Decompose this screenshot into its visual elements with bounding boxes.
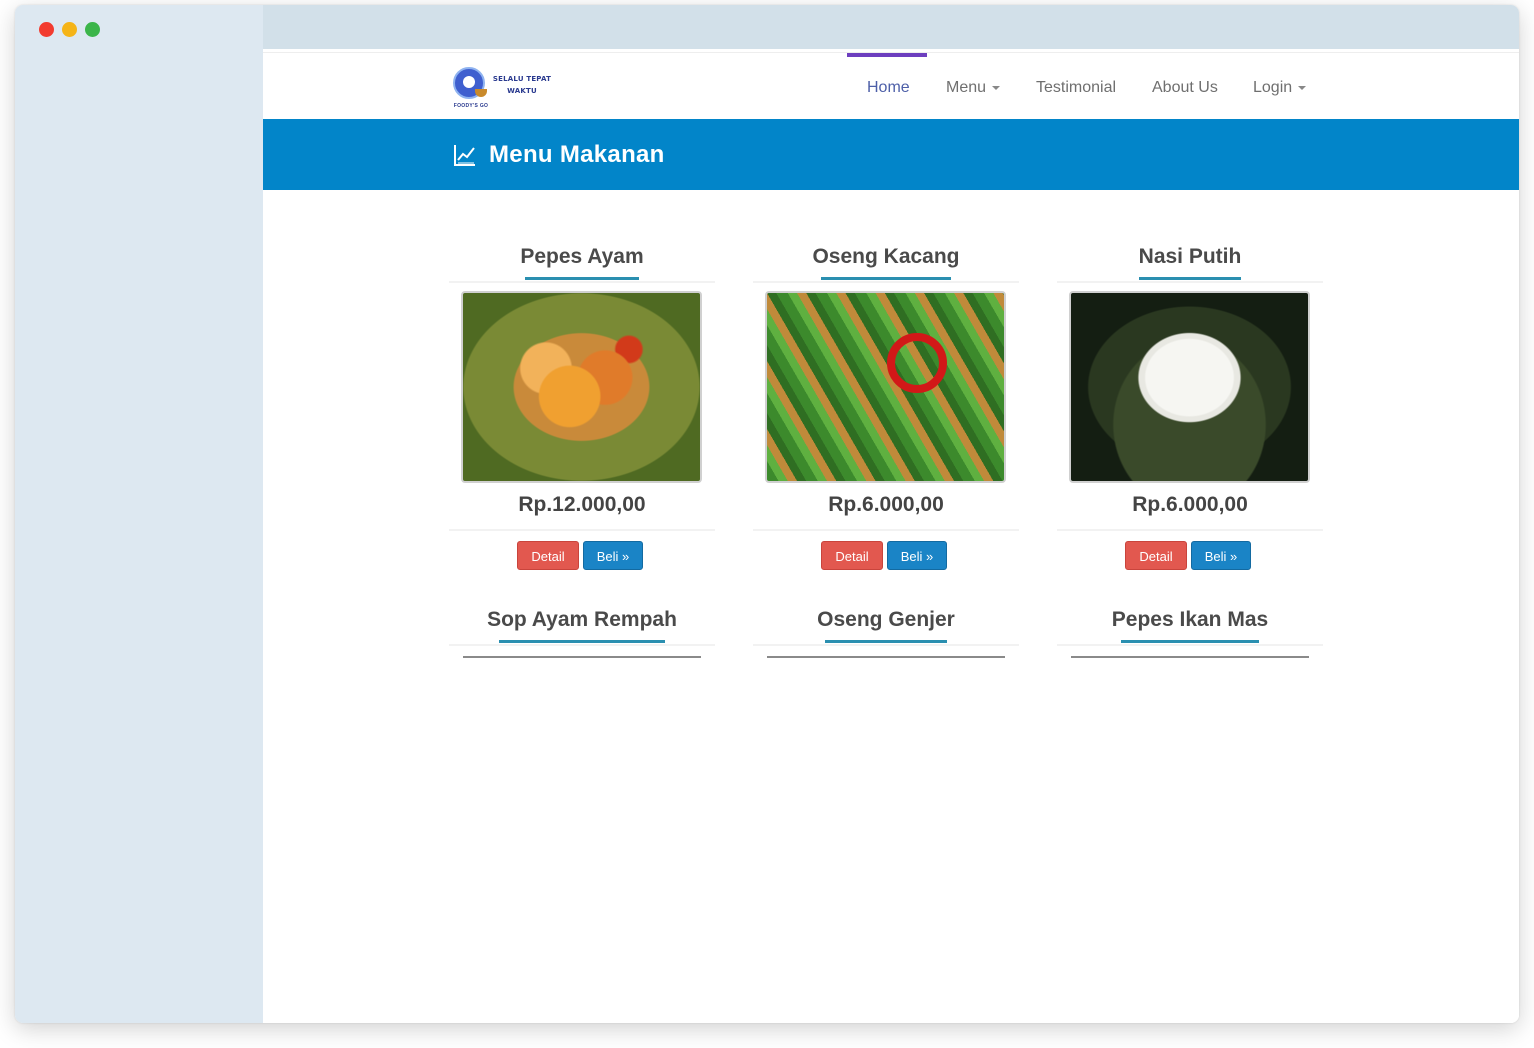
oseng-kacang-photo[interactable] [765, 291, 1006, 483]
divider [753, 644, 1019, 646]
browser-topbar [263, 5, 1519, 49]
image-frame-top [1071, 656, 1309, 658]
nav-active-indicator [847, 53, 927, 57]
title-underline [1121, 640, 1259, 643]
title-underline [825, 640, 947, 643]
beli-button[interactable]: Beli » [583, 541, 643, 570]
title-underline [821, 277, 951, 280]
window-sidebar [15, 5, 263, 1023]
nav-item-label: Home [867, 79, 910, 96]
menu-card: Oseng Genjer [753, 608, 1019, 658]
divider [449, 644, 715, 646]
nav-item-login[interactable]: Login [1253, 79, 1307, 97]
menu-item-name: Nasi Putih [1138, 245, 1242, 268]
title-underline [499, 640, 665, 643]
menu-card: Nasi Putih Rp.6.000,00 Detail Beli » [1057, 245, 1323, 575]
menu-card: Sop Ayam Rempah [449, 608, 715, 658]
image-frame-top [463, 656, 701, 658]
divider [1057, 644, 1323, 646]
nav-item-label: Menu [946, 79, 987, 96]
nav-item-testimonial[interactable]: Testimonial [1036, 79, 1116, 97]
divider [449, 529, 715, 531]
divider [449, 281, 715, 283]
nav-links: Home Menu Testimonial About Us Login [263, 53, 1519, 120]
page-content: SELALU TEPAT WAKTU FOODY'S GO Home Menu … [263, 5, 1519, 1023]
caret-down-icon [1298, 85, 1307, 90]
pepes-ayam-photo[interactable] [461, 291, 702, 483]
caret-down-icon [992, 85, 1001, 90]
nasi-putih-photo[interactable] [1069, 291, 1310, 483]
menu-card: Oseng Kacang Rp.6.000,00 Detail Beli » [753, 245, 1019, 575]
maximize-window-button[interactable] [85, 22, 100, 37]
menu-item-name: Oseng Genjer [817, 608, 955, 631]
nav-item-home[interactable]: Home [867, 79, 910, 97]
nav-item-label: Testimonial [1036, 79, 1117, 96]
menu-card: Pepes Ayam Rp.12.000,00 Detail Beli » [449, 245, 715, 575]
beli-button[interactable]: Beli » [1191, 541, 1251, 570]
title-underline [1139, 277, 1241, 280]
image-frame-top [767, 656, 1005, 658]
menu-item-name: Oseng Kacang [812, 245, 960, 268]
menu-item-name: Pepes Ikan Mas [1111, 608, 1269, 631]
divider [1057, 529, 1323, 531]
menu-item-price: Rp.6.000,00 [1132, 493, 1248, 516]
menu-item-price: Rp.12.000,00 [518, 493, 646, 516]
beli-button[interactable]: Beli » [887, 541, 947, 570]
nav-item-about-us[interactable]: About Us [1152, 79, 1218, 97]
close-window-button[interactable] [39, 22, 54, 37]
minimize-window-button[interactable] [62, 22, 77, 37]
menu-item-price: Rp.6.000,00 [828, 493, 944, 516]
site-navbar: SELALU TEPAT WAKTU FOODY'S GO Home Menu … [263, 52, 1519, 120]
menu-card: Pepes Ikan Mas [1057, 608, 1323, 658]
divider [753, 281, 1019, 283]
menu-item-name: Sop Ayam Rempah [487, 608, 677, 631]
page-title: Menu Makanan [489, 141, 665, 168]
nav-item-menu[interactable]: Menu [946, 79, 1001, 97]
nav-item-label: About Us [1152, 79, 1218, 96]
divider [1057, 281, 1323, 283]
divider [753, 529, 1019, 531]
title-underline [525, 277, 639, 280]
page-banner: Menu Makanan [263, 119, 1519, 190]
nav-item-label: Login [1253, 79, 1293, 96]
menu-item-name: Pepes Ayam [520, 245, 644, 268]
detail-button[interactable]: Detail [517, 541, 579, 570]
line-chart-icon [454, 145, 475, 166]
browser-window: SELALU TEPAT WAKTU FOODY'S GO Home Menu … [15, 5, 1519, 1023]
detail-button[interactable]: Detail [1125, 541, 1187, 570]
detail-button[interactable]: Detail [821, 541, 883, 570]
